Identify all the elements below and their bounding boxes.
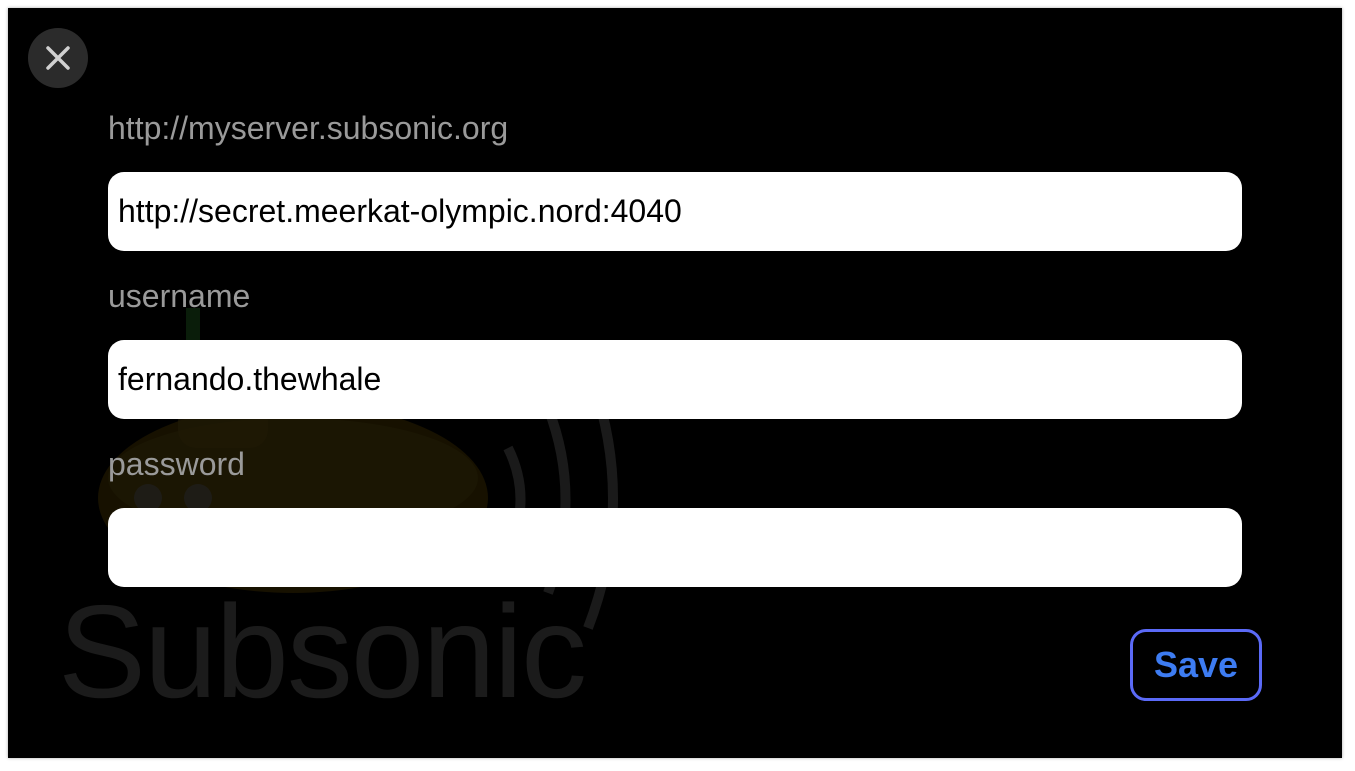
username-value: fernando.thewhale — [118, 361, 382, 397]
save-button[interactable]: Save — [1130, 629, 1262, 701]
username-input[interactable]: fernando.thewhale — [108, 340, 1242, 419]
subsonic-logo-text: Subsonic — [58, 578, 587, 725]
server-url-label: http://myserver.subsonic.org — [108, 110, 509, 146]
login-dialog: Subsonic http://myserver.subsonic.org ht… — [8, 8, 1342, 758]
username-label: username — [108, 278, 251, 314]
close-button[interactable] — [28, 28, 88, 88]
password-label: password — [108, 446, 245, 482]
close-icon — [46, 46, 70, 70]
server-url-value: http://secret.meerkat-olympic.nord:4040 — [118, 193, 682, 229]
server-url-input[interactable]: http://secret.meerkat-olympic.nord:4040 — [108, 172, 1242, 251]
password-input[interactable] — [108, 508, 1242, 587]
